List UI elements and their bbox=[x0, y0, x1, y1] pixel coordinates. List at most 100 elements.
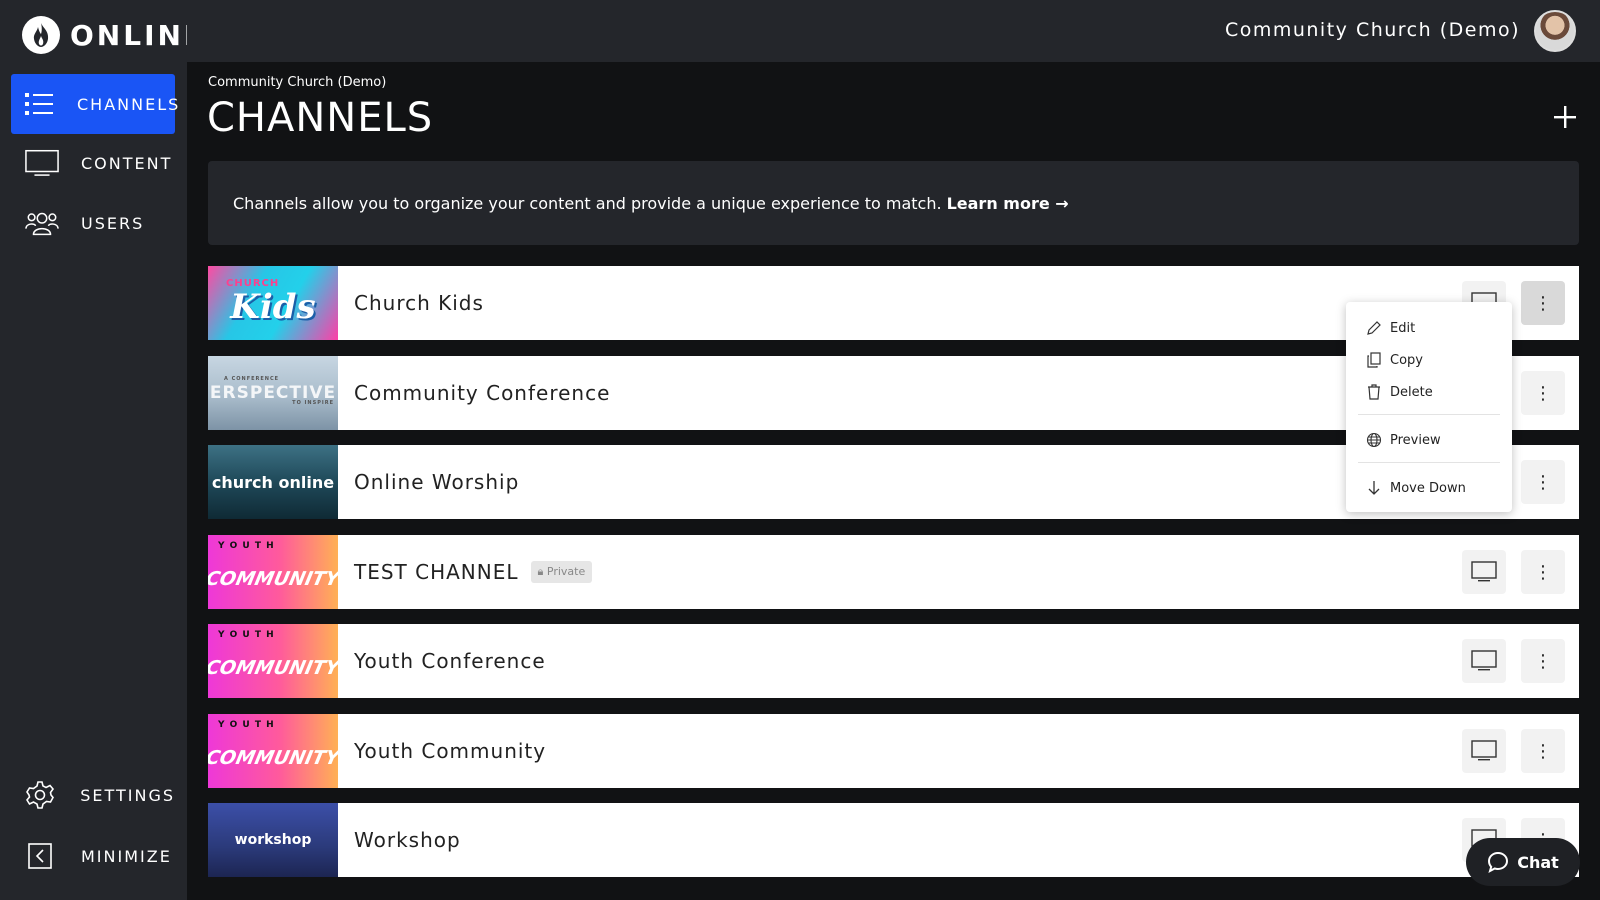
kebab-icon: ⋮ bbox=[1534, 650, 1552, 672]
more-options-button[interactable]: ⋮ bbox=[1521, 729, 1565, 773]
sidebar-item-channels[interactable]: CHANNELS bbox=[11, 74, 178, 134]
globe-icon bbox=[1366, 432, 1382, 448]
channel-thumbnail: Y O U T H COMMUNITY bbox=[208, 535, 338, 609]
thumbnail-subtext: A CONFERENCE bbox=[224, 376, 280, 382]
sidebar-item-settings[interactable]: SETTINGS bbox=[11, 765, 175, 825]
thumbnail-subtext: Y O U T H bbox=[218, 630, 275, 640]
chat-bubble-icon bbox=[1488, 851, 1509, 873]
arrow-down-icon bbox=[1368, 481, 1380, 495]
channel-thumbnail: Y O U T H COMMUNITY bbox=[208, 714, 338, 788]
channel-row[interactable]: Y O U T H COMMUNITY TEST CHANNEL 🔒︎ Priv… bbox=[208, 535, 1579, 609]
menu-item-label: Edit bbox=[1390, 320, 1416, 336]
preview-button[interactable] bbox=[1462, 550, 1506, 594]
menu-divider bbox=[1358, 462, 1500, 463]
channel-name[interactable]: Youth Community bbox=[354, 739, 546, 763]
sidebar-item-users[interactable]: USERS bbox=[11, 193, 175, 253]
menu-item-edit[interactable]: Edit bbox=[1366, 316, 1415, 340]
menu-item-label: Delete bbox=[1390, 384, 1433, 400]
channel-name[interactable]: Youth Conference bbox=[354, 649, 546, 673]
preview-button[interactable] bbox=[1462, 729, 1506, 773]
sidebar-item-label: USERS bbox=[81, 213, 145, 233]
learn-more-link[interactable]: Learn more → bbox=[947, 194, 1069, 213]
thumbnail-text: COMMUNITY bbox=[208, 568, 338, 590]
thumbnail-subtext: CHURCH bbox=[226, 278, 280, 289]
add-channel-button[interactable] bbox=[1548, 100, 1582, 134]
logo[interactable]: ONLINE bbox=[22, 15, 206, 55]
monitor-icon bbox=[1471, 650, 1497, 671]
more-options-button[interactable]: ⋮ bbox=[1521, 639, 1565, 683]
org-name[interactable]: Community Church (Demo) bbox=[1225, 19, 1520, 41]
trash-icon bbox=[1368, 384, 1380, 400]
more-options-button[interactable]: ⋮ bbox=[1521, 550, 1565, 594]
channel-context-menu: Edit Copy Delete Preview Move Down bbox=[1346, 302, 1512, 512]
monitor-icon bbox=[1471, 561, 1497, 582]
sidebar-item-minimize[interactable]: MINIMIZE bbox=[11, 826, 175, 886]
thumbnail-subtext: Y O U T H bbox=[218, 541, 275, 551]
list-icon bbox=[25, 89, 55, 119]
sidebar-item-label: CONTENT bbox=[81, 153, 173, 173]
kebab-icon: ⋮ bbox=[1534, 382, 1552, 404]
sidebar: ONLINE CHANNELS CONTENT USERS SETTINGS M… bbox=[0, 0, 203, 900]
thumbnail-text: church online bbox=[211, 472, 335, 492]
plus-icon bbox=[1554, 106, 1576, 128]
chat-button[interactable]: Chat bbox=[1466, 838, 1580, 886]
channel-thumbnail: church online bbox=[208, 445, 338, 519]
info-banner: Channels allow you to organize your cont… bbox=[208, 161, 1579, 245]
monitor-icon bbox=[1471, 740, 1497, 761]
channel-name[interactable]: Community Conference bbox=[354, 381, 610, 405]
monitor-icon bbox=[25, 148, 59, 178]
more-options-button[interactable]: ⋮ bbox=[1521, 460, 1565, 504]
kebab-icon: ⋮ bbox=[1534, 471, 1552, 493]
channel-thumbnail: Y O U T H COMMUNITY bbox=[208, 624, 338, 698]
thumbnail-subtext: TO INSPIRE bbox=[292, 400, 334, 406]
channel-thumbnail: CHURCH Kids bbox=[208, 266, 338, 340]
channel-thumbnail: workshop bbox=[208, 803, 338, 877]
channel-name[interactable]: Church Kids bbox=[354, 291, 484, 315]
collapse-icon bbox=[25, 841, 59, 871]
users-icon bbox=[25, 208, 59, 238]
badge-label: Private bbox=[546, 565, 586, 578]
channel-row[interactable]: Y O U T H COMMUNITY Youth Community ⋮ bbox=[208, 714, 1579, 788]
thumbnail-text: COMMUNITY bbox=[208, 747, 338, 769]
menu-item-preview[interactable]: Preview bbox=[1366, 428, 1441, 452]
page-title: CHANNELS bbox=[207, 95, 434, 141]
gear-icon bbox=[25, 780, 58, 810]
menu-item-label: Preview bbox=[1390, 432, 1441, 448]
preview-button[interactable] bbox=[1462, 639, 1506, 683]
sidebar-item-label: CHANNELS bbox=[77, 94, 181, 114]
thumbnail-subtext: Y O U T H bbox=[218, 720, 275, 730]
copy-icon bbox=[1367, 352, 1381, 368]
kebab-icon: ⋮ bbox=[1534, 292, 1552, 314]
top-bar: Community Church (Demo) bbox=[187, 0, 1600, 62]
channel-name[interactable]: Workshop bbox=[354, 828, 461, 852]
menu-item-copy[interactable]: Copy bbox=[1366, 348, 1423, 372]
sidebar-item-label: SETTINGS bbox=[80, 785, 175, 805]
lock-icon: 🔒︎ bbox=[537, 565, 544, 578]
menu-item-label: Copy bbox=[1390, 352, 1423, 368]
logo-text: ONLINE bbox=[70, 18, 207, 52]
menu-divider bbox=[1358, 414, 1500, 415]
more-options-button[interactable]: ⋮ bbox=[1521, 371, 1565, 415]
more-options-button[interactable]: ⋮ bbox=[1521, 281, 1565, 325]
menu-item-move-down[interactable]: Move Down bbox=[1366, 476, 1466, 500]
channel-thumbnail: A CONFERENCE ERSPECTIVE TO INSPIRE bbox=[208, 356, 338, 430]
channel-row[interactable]: workshop Workshop ⋮ bbox=[208, 803, 1579, 877]
kebab-icon: ⋮ bbox=[1534, 740, 1552, 762]
kebab-icon: ⋮ bbox=[1534, 561, 1552, 583]
banner-text: Channels allow you to organize your cont… bbox=[233, 193, 942, 213]
sidebar-item-content[interactable]: CONTENT bbox=[11, 133, 175, 193]
thumbnail-text: COMMUNITY bbox=[208, 657, 338, 679]
flame-icon bbox=[22, 16, 60, 54]
channel-row[interactable]: Y O U T H COMMUNITY Youth Conference ⋮ bbox=[208, 624, 1579, 698]
breadcrumb[interactable]: Community Church (Demo) bbox=[208, 75, 386, 90]
avatar[interactable] bbox=[1534, 10, 1576, 52]
chat-label: Chat bbox=[1517, 852, 1559, 872]
menu-item-delete[interactable]: Delete bbox=[1366, 380, 1433, 404]
thumbnail-text: Kids bbox=[230, 287, 316, 327]
channel-name[interactable]: Online Worship bbox=[354, 470, 519, 494]
private-badge: 🔒︎ Private bbox=[530, 561, 593, 583]
pencil-icon bbox=[1367, 321, 1381, 335]
menu-item-label: Move Down bbox=[1390, 480, 1466, 496]
channel-name[interactable]: TEST CHANNEL bbox=[354, 560, 519, 584]
sidebar-item-label: MINIMIZE bbox=[81, 846, 172, 866]
